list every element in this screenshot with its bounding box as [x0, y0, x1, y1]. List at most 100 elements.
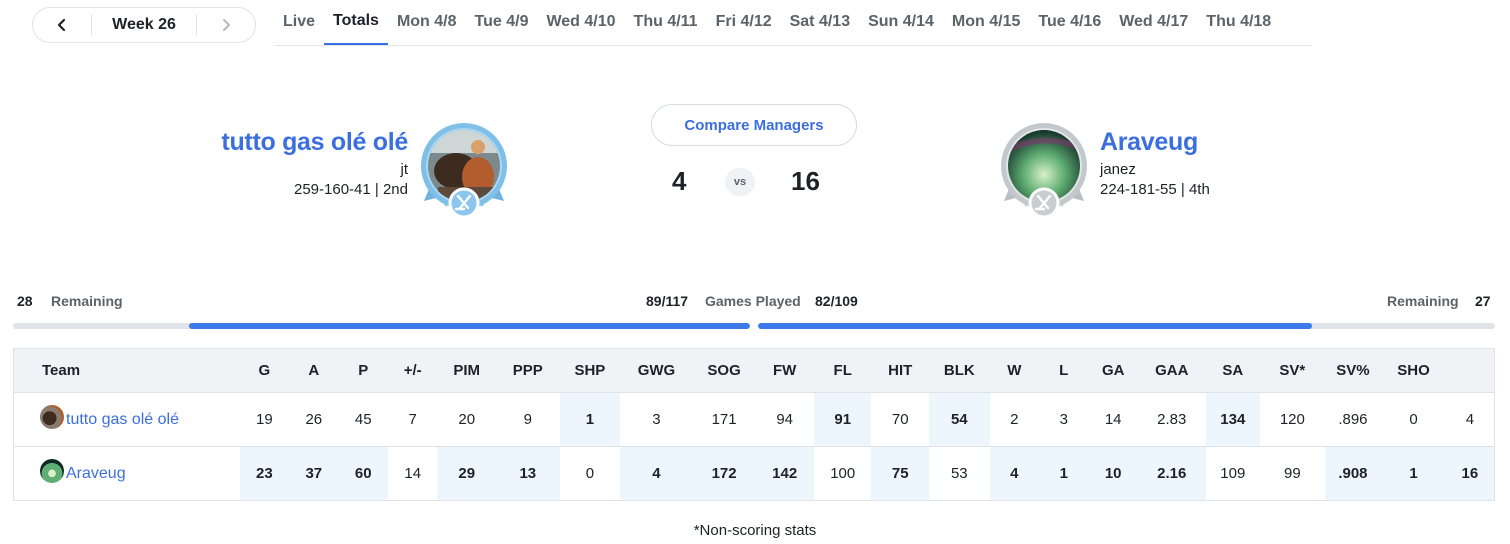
team-link[interactable]: tutto gas olé olé: [66, 410, 179, 427]
tab-wed-4-10[interactable]: Wed 4/10: [537, 0, 624, 45]
stat-column-header[interactable]: PPP: [495, 348, 560, 393]
team-link[interactable]: Araveug: [66, 464, 126, 481]
stat-value-cell: 20: [437, 392, 496, 447]
left-team-name[interactable]: tutto gas olé olé: [221, 128, 408, 157]
stat-value-cell: 100: [830, 465, 856, 482]
stat-value-cell: 14: [1088, 392, 1138, 447]
compare-managers-button[interactable]: Compare Managers: [651, 104, 857, 146]
stat-column-header[interactable]: SV%: [1324, 348, 1382, 393]
stat-value-cell: 45: [338, 392, 388, 447]
tab-thu-4-11[interactable]: Thu 4/11: [625, 0, 707, 45]
right-team-manager: janez: [1100, 161, 1136, 178]
stat-column-header[interactable]: BLK: [929, 348, 990, 393]
stat-column-header[interactable]: SOG: [692, 348, 756, 393]
stat-column-header[interactable]: [1445, 348, 1495, 393]
chevron-left-icon: [57, 18, 66, 32]
stats-header-row: Team G A P +/- PIM PPP SHP GWG SOG FW FL HIT BLK W L GA G…: [13, 348, 1495, 393]
stat-value-cell: 60: [338, 446, 388, 501]
stat-column-header[interactable]: PIM: [437, 348, 496, 393]
stat-value-cell: 19: [239, 392, 290, 447]
left-games-played: 89/117: [646, 293, 689, 309]
stat-value-cell: 94: [755, 392, 814, 447]
stat-column-header[interactable]: HIT: [871, 348, 929, 393]
stat-value-cell: 1: [1381, 446, 1446, 501]
stat-value-cell: 75: [871, 446, 929, 501]
stat-value-cell: 134: [1205, 392, 1261, 447]
left-team-manager: jt: [400, 161, 409, 178]
stat-column-header[interactable]: SHO: [1381, 348, 1446, 393]
stat-column-header[interactable]: G: [239, 348, 290, 393]
right-games-played: 82/109: [815, 293, 858, 309]
chevron-right-icon: [223, 19, 230, 31]
stat-value-cell: 2.16: [1137, 446, 1206, 501]
stat-column-header[interactable]: FL: [813, 348, 872, 393]
next-week-button[interactable]: [197, 8, 255, 42]
stat-value-cell: 53: [950, 465, 968, 482]
stat-value-cell: .896: [1324, 392, 1382, 447]
tab-fri-4-12[interactable]: Fri 4/12: [707, 0, 781, 45]
stat-column-header[interactable]: GAA: [1137, 348, 1206, 393]
tab-sat-4-13[interactable]: Sat 4/13: [781, 0, 859, 45]
stat-value-cell: 70: [871, 392, 929, 447]
stat-value-cell: 26: [289, 392, 339, 447]
stat-value-cell: 4: [989, 446, 1040, 501]
team-cell: Araveug: [14, 447, 240, 501]
stat-value-cell: 7: [387, 392, 438, 447]
left-team-record: 259-160-41 | 2nd: [294, 181, 408, 198]
tab-tue-4-9[interactable]: Tue 4/9: [466, 0, 538, 45]
previous-week-button[interactable]: [33, 8, 91, 42]
right-team-info: Araveug janez 224-181-55 | 4th: [1100, 128, 1210, 198]
tab-wed-4-17[interactable]: Wed 4/17: [1110, 0, 1197, 45]
right-team-avatar[interactable]: [998, 121, 1090, 221]
stat-value-cell: 54: [929, 392, 990, 447]
tab-mon-4-8[interactable]: Mon 4/8: [388, 0, 466, 45]
team-cell: tutto gas olé olé: [13, 392, 240, 447]
left-team-info: tutto gas olé olé jt 259-160-41 | 2nd: [221, 128, 408, 198]
stats-table: Team G A P +/- PIM PPP SHP GWG SOG FW FL HIT BLK W L GA G…: [13, 348, 1495, 501]
stat-value-cell: 142: [755, 446, 814, 501]
stat-value-cell: 3: [620, 392, 693, 447]
stat-column-header[interactable]: FW: [755, 348, 814, 393]
right-remaining-label: Remaining: [1387, 293, 1459, 309]
vs-badge: vs: [725, 168, 755, 196]
stat-column-header[interactable]: +/-: [387, 348, 438, 393]
tab-tue-4-16[interactable]: Tue 4/16: [1029, 0, 1110, 45]
team-mini-avatar[interactable]: [40, 404, 64, 429]
non-scoring-footnote: *Non-scoring stats: [693, 522, 817, 539]
tab-thu-4-18[interactable]: Thu 4/18: [1197, 0, 1280, 45]
stat-column-header[interactable]: GA: [1088, 348, 1138, 393]
stat-value-cell: 23: [239, 446, 290, 501]
stat-value-cell: .908: [1324, 446, 1382, 501]
left-team-avatar[interactable]: [418, 121, 510, 221]
stat-value-cell: 109: [1220, 465, 1246, 482]
stat-value-cell: 91: [813, 392, 872, 447]
team-stat-row: Araveug 23 37 60 14 29 13 0 4 172 142 100 75 53 4 1 10 2.…: [14, 446, 1495, 501]
left-games-progress-bar: [13, 323, 750, 329]
stat-column-header[interactable]: P: [338, 348, 388, 393]
stat-column-header[interactable]: SA: [1205, 348, 1261, 393]
stat-column-header[interactable]: W: [989, 348, 1040, 393]
tab-totals[interactable]: Totals: [324, 0, 388, 45]
left-team-score: 4: [672, 166, 687, 196]
stat-column-header[interactable]: SV*: [1260, 348, 1325, 393]
right-team-name[interactable]: Araveug: [1100, 128, 1210, 157]
stat-value-cell: 16: [1445, 446, 1495, 501]
team-column-header: Team: [13, 348, 240, 393]
left-remaining-label: Remaining: [51, 293, 123, 309]
team-mini-avatar[interactable]: [40, 458, 64, 483]
tab-sun-4-14[interactable]: Sun 4/14: [859, 0, 943, 45]
right-games-progress-bar: [758, 323, 1495, 329]
stat-column-header[interactable]: A: [289, 348, 339, 393]
stat-value-cell: 10: [1088, 446, 1138, 501]
right-team-score: 16: [791, 166, 820, 196]
stat-column-header[interactable]: L: [1039, 348, 1089, 393]
stat-column-header[interactable]: SHP: [559, 348, 621, 393]
stat-value-cell: 9: [495, 392, 560, 447]
stat-value-cell: 0: [585, 465, 595, 482]
tab-mon-4-15[interactable]: Mon 4/15: [943, 0, 1029, 45]
stat-column-header[interactable]: GWG: [620, 348, 693, 393]
stat-value-cell: 171: [692, 392, 756, 447]
right-games-progress-fill: [758, 323, 1313, 329]
tab-live[interactable]: Live: [274, 0, 324, 45]
games-played-label: Games Played: [705, 293, 801, 309]
